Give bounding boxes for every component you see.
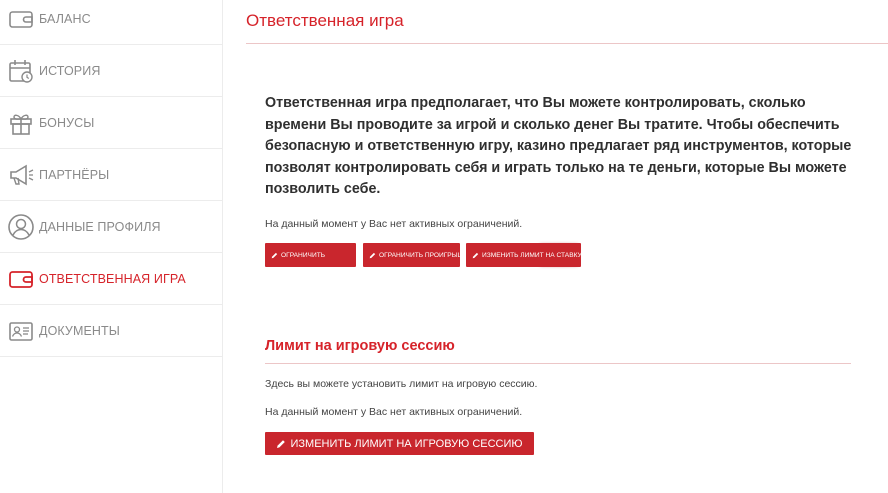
intro-text: Ответственная игра предполагает, что Вы … [265, 95, 852, 197]
calendar-icon [7, 57, 35, 85]
button-label: ИЗМЕНИТЬ ЛИМИТ НА СТАВКУ [482, 251, 582, 259]
main-content: Ответственная игра Ответственная игра пр… [224, 0, 888, 493]
sidebar-item-documents[interactable]: ДОКУМЕНТЫ [0, 305, 222, 357]
megaphone-icon [7, 161, 35, 189]
sidebar-item-label: ПАРТНЁРЫ [39, 167, 110, 182]
wallet-icon [7, 265, 35, 293]
sidebar: БАЛАНС ИСТОРИЯ БОНУСЫ ПАРТНЁРЫ ДАННЫЕ ПР… [0, 0, 223, 493]
sidebar-item-label: БАЛАНС [39, 11, 91, 26]
sidebar-item-partners[interactable]: ПАРТНЁРЫ [0, 149, 222, 201]
limit-deposit-button[interactable]: ОГРАНИЧИТЬ [265, 243, 356, 267]
sidebar-item-bonuses[interactable]: БОНУСЫ [0, 97, 222, 149]
limit-loss-button[interactable]: ОГРАНИЧИТЬ ПРОИГРЫШ [363, 243, 464, 267]
pencil-icon [271, 252, 278, 259]
pencil-icon [276, 439, 286, 449]
change-session-limit-button[interactable]: ИЗМЕНИТЬ ЛИМИТ НА ИГРОВУЮ СЕССИЮ [265, 432, 534, 455]
button-label: ИЗМЕНИТЬ ЛИМИТ НА ИГРОВУЮ СЕССИЮ [290, 437, 523, 450]
session-limit-description: Здесь вы можете установить лимит на игро… [265, 378, 538, 390]
gift-icon [7, 109, 35, 137]
sidebar-item-label: БОНУСЫ [39, 115, 95, 130]
sidebar-item-responsible-gaming[interactable]: ОТВЕТСТВЕННАЯ ИГРА [0, 253, 222, 305]
pencil-icon [369, 252, 376, 259]
sidebar-item-balance[interactable]: БАЛАНС [0, 0, 222, 45]
change-bet-limit-button[interactable]: ИЗМЕНИТЬ ЛИМИТ НА СТАВКУ [466, 243, 582, 267]
sidebar-item-history[interactable]: ИСТОРИЯ [0, 45, 222, 97]
button-label: ОГРАНИЧИТЬ ПРОИГРЫШ [379, 251, 464, 259]
session-limit-title: Лимит на игровую сессию [265, 338, 455, 354]
sidebar-item-label: ДАННЫЕ ПРОФИЛЯ [39, 219, 161, 234]
page-title: Ответственная игра [246, 11, 404, 30]
sidebar-item-label: ДОКУМЕНТЫ [39, 323, 120, 338]
pencil-icon [472, 252, 479, 259]
id-card-icon [7, 317, 35, 345]
sidebar-item-label: ОТВЕТСТВЕННАЯ ИГРА [39, 271, 186, 286]
limits-status: На данный момент у Вас нет активных огра… [265, 218, 523, 230]
user-icon [7, 213, 35, 241]
wallet-icon [7, 5, 35, 33]
session-limit-status: На данный момент у Вас нет активных огра… [265, 406, 523, 418]
button-label: ОГРАНИЧИТЬ [281, 251, 326, 259]
sidebar-item-label: ИСТОРИЯ [39, 63, 101, 78]
title-divider [246, 43, 888, 44]
section-divider [265, 363, 851, 364]
sidebar-item-profile[interactable]: ДАННЫЕ ПРОФИЛЯ [0, 201, 222, 253]
